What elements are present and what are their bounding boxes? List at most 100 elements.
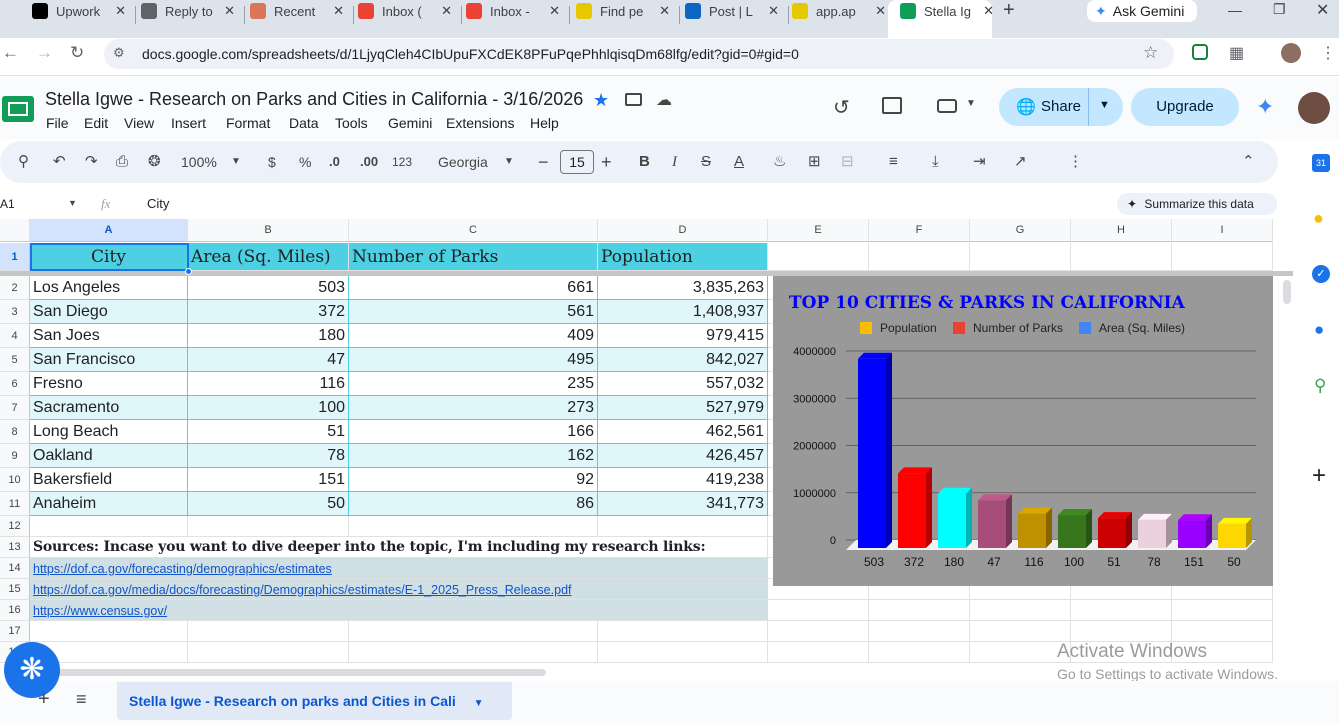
- column-header-a[interactable]: A: [30, 219, 188, 242]
- fill-handle[interactable]: [185, 268, 192, 275]
- data-cell[interactable]: 235: [349, 372, 598, 396]
- horizontal-scrollbar[interactable]: [30, 669, 546, 676]
- data-cell[interactable]: 462,561: [598, 420, 768, 444]
- menu-insert[interactable]: Insert: [171, 115, 206, 131]
- data-cell[interactable]: Bakersfield: [30, 468, 188, 492]
- column-header-h[interactable]: H: [1071, 219, 1172, 242]
- close-tab-icon[interactable]: ✕: [115, 3, 126, 19]
- bar[interactable]: [1138, 519, 1166, 548]
- empty-cell[interactable]: [1172, 600, 1273, 621]
- data-cell[interactable]: 51: [188, 420, 349, 444]
- data-cell[interactable]: 503: [188, 276, 349, 300]
- column-header-i[interactable]: I: [1172, 219, 1273, 242]
- decrease-decimal-button[interactable]: .0: [329, 152, 340, 172]
- column-header-b[interactable]: B: [188, 219, 349, 242]
- meet-dropdown-icon[interactable]: ▼: [966, 98, 976, 109]
- data-cell[interactable]: 426,457: [598, 444, 768, 468]
- bookmark-star-icon[interactable]: ☆: [1143, 43, 1158, 63]
- data-cell[interactable]: 495: [349, 348, 598, 372]
- data-cell[interactable]: 979,415: [598, 324, 768, 348]
- data-cell[interactable]: 527,979: [598, 396, 768, 420]
- menu-file[interactable]: File: [46, 115, 69, 131]
- bar[interactable]: [978, 500, 1006, 548]
- close-tab-icon[interactable]: ✕: [224, 3, 235, 19]
- data-cell[interactable]: Los Angeles: [30, 276, 188, 300]
- add-sheet-icon[interactable]: +: [38, 688, 50, 711]
- close-tab-icon[interactable]: ✕: [659, 3, 670, 19]
- minimize-window-icon[interactable]: —: [1228, 2, 1242, 18]
- data-cell[interactable]: Oakland: [30, 444, 188, 468]
- row-header-5[interactable]: 5: [0, 348, 30, 372]
- menu-extensions[interactable]: Extensions: [446, 115, 514, 131]
- extensions-puzzle-icon[interactable]: ▦: [1229, 43, 1244, 63]
- header-cell[interactable]: Population: [598, 243, 768, 271]
- account-avatar[interactable]: [1298, 92, 1330, 124]
- restore-window-icon[interactable]: ❐: [1273, 1, 1286, 18]
- header-cell[interactable]: Number of Parks: [349, 243, 598, 271]
- data-cell[interactable]: 3,835,263: [598, 276, 768, 300]
- zoom-dropdown-icon[interactable]: ▼: [231, 152, 241, 172]
- empty-cell[interactable]: [768, 600, 869, 621]
- row-header-7[interactable]: 7: [0, 396, 30, 420]
- profile-avatar[interactable]: [1281, 43, 1301, 63]
- data-cell[interactable]: 162: [349, 444, 598, 468]
- merge-cells-icon[interactable]: ⊟: [841, 152, 854, 172]
- data-cell[interactable]: San Francisco: [30, 348, 188, 372]
- increase-decimal-button[interactable]: .00: [360, 152, 378, 172]
- percent-button[interactable]: %: [299, 152, 311, 172]
- row-header-17[interactable]: 17: [0, 621, 30, 642]
- close-tab-icon[interactable]: ✕: [983, 3, 994, 19]
- empty-cell[interactable]: [188, 642, 349, 663]
- data-cell[interactable]: 561: [349, 300, 598, 324]
- fill-color-icon[interactable]: ♨: [773, 152, 786, 172]
- empty-cell[interactable]: [970, 621, 1071, 642]
- calendar-icon[interactable]: 31: [1312, 154, 1330, 172]
- empty-cell[interactable]: [598, 642, 768, 663]
- empty-cell[interactable]: [768, 243, 869, 271]
- column-header-e[interactable]: E: [768, 219, 869, 242]
- row-header-13[interactable]: 13: [0, 537, 30, 558]
- zoom-select[interactable]: 100%: [181, 152, 217, 172]
- bar[interactable]: [1018, 513, 1046, 548]
- empty-cell[interactable]: [1071, 621, 1172, 642]
- site-info-icon[interactable]: ⚙: [113, 45, 125, 61]
- row-header-16[interactable]: 16: [0, 600, 30, 621]
- legend-label[interactable]: Population: [880, 321, 937, 335]
- header-cell[interactable]: City: [30, 243, 188, 271]
- empty-cell[interactable]: [768, 642, 869, 663]
- keep-icon[interactable]: ●: [1313, 208, 1324, 229]
- row-header-10[interactable]: 10: [0, 468, 30, 492]
- empty-cell[interactable]: [970, 243, 1071, 271]
- paint-format-icon[interactable]: ❂: [148, 152, 161, 172]
- ask-gemini-button[interactable]: ✦ Ask Gemini: [1087, 0, 1197, 22]
- data-cell[interactable]: 419,238: [598, 468, 768, 492]
- data-cell[interactable]: 1,408,937: [598, 300, 768, 324]
- bar[interactable]: [1178, 520, 1206, 548]
- empty-cell[interactable]: [349, 642, 598, 663]
- maps-icon[interactable]: ⚲: [1314, 376, 1326, 396]
- all-sheets-icon[interactable]: ≡: [76, 689, 87, 710]
- data-cell[interactable]: 661: [349, 276, 598, 300]
- meet-icon[interactable]: [937, 99, 957, 113]
- bar[interactable]: [898, 473, 926, 548]
- star-icon[interactable]: ★: [593, 90, 609, 111]
- empty-cell[interactable]: [188, 516, 349, 537]
- extension-icon[interactable]: [1192, 44, 1208, 60]
- row-header-2[interactable]: 2: [0, 276, 30, 300]
- browser-tab[interactable]: Stella Ig ✕: [900, 0, 994, 22]
- data-cell[interactable]: Fresno: [30, 372, 188, 396]
- vertical-scrollbar[interactable]: [1283, 280, 1291, 304]
- sources-label[interactable]: Sources: Incase you want to dive deeper …: [30, 537, 768, 558]
- forward-arrow-icon[interactable]: →: [36, 43, 53, 63]
- select-all-corner[interactable]: [0, 219, 30, 242]
- bold-button[interactable]: B: [639, 152, 650, 172]
- summarize-data-button[interactable]: ✦ Summarize this data: [1117, 193, 1277, 215]
- research-link[interactable]: https://dof.ca.gov/media/docs/forecastin…: [30, 579, 768, 600]
- font-size-input[interactable]: 15: [560, 150, 594, 174]
- close-tab-icon[interactable]: ✕: [333, 3, 344, 19]
- column-header-c[interactable]: C: [349, 219, 598, 242]
- empty-cell[interactable]: [598, 516, 768, 537]
- close-tab-icon[interactable]: ✕: [549, 3, 560, 19]
- data-cell[interactable]: San Diego: [30, 300, 188, 324]
- sheet-tab-active[interactable]: Stella Igwe - Research on parks and Citi…: [117, 682, 512, 720]
